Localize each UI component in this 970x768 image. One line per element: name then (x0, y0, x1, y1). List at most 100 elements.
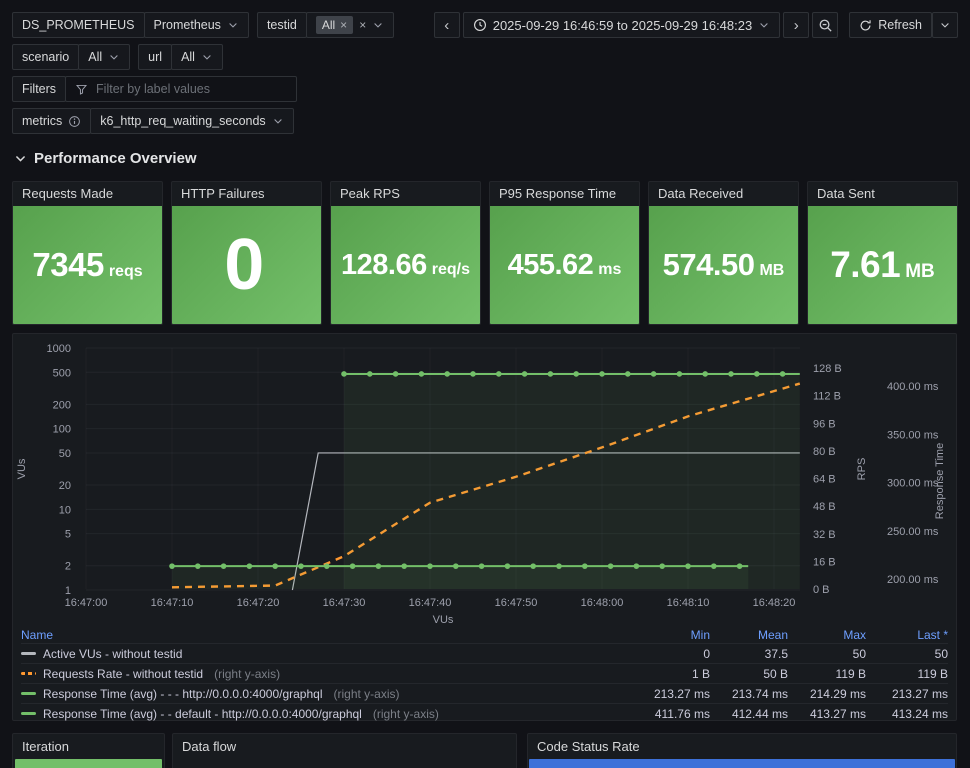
time-shift-back-button[interactable]: ‹ (434, 12, 460, 38)
filters-input[interactable] (94, 81, 287, 97)
legend-name-header[interactable]: Name (21, 628, 53, 642)
panel-title: Data Sent (808, 182, 957, 206)
svg-text:10: 10 (59, 504, 71, 516)
svg-text:16:47:20: 16:47:20 (237, 597, 280, 609)
scenario-picker[interactable]: All (78, 44, 130, 70)
svg-text:16:48:00: 16:48:00 (581, 597, 624, 609)
svg-text:16:47:30: 16:47:30 (323, 597, 366, 609)
filters-input-box[interactable] (65, 76, 297, 102)
legend-min-header[interactable]: Min (632, 628, 710, 642)
url-picker[interactable]: All (171, 44, 223, 70)
svg-text:50: 50 (59, 448, 71, 460)
legend-series-toggle[interactable]: Response Time (avg) - - default - http:/… (21, 707, 632, 721)
topbar: DS_PROMETHEUS Prometheus testid All × × (12, 12, 958, 38)
series-mean: 50 B (710, 667, 788, 681)
svg-text:250.00 ms: 250.00 ms (887, 526, 939, 538)
legend-series-toggle[interactable]: Response Time (avg) - - - http://0.0.0.0… (21, 687, 632, 701)
testid-picker[interactable]: All × × (306, 12, 394, 38)
legend-last-header[interactable]: Last * (866, 628, 948, 642)
legend-row: Response Time (avg) - - default - http:/… (21, 703, 948, 723)
stat-value: 455.62 (508, 249, 594, 282)
svg-text:500: 500 (53, 367, 71, 379)
url-label-text: url (148, 50, 162, 64)
section-title: Performance Overview (34, 150, 197, 167)
code-status-bar (529, 759, 955, 768)
chevron-down-icon (108, 51, 120, 63)
svg-text:300.00 ms: 300.00 ms (887, 478, 939, 490)
svg-text:16:47:00: 16:47:00 (65, 597, 108, 609)
svg-text:RPS: RPS (856, 458, 868, 481)
series-last: 119 B (866, 667, 948, 681)
series-min: 0 (632, 647, 710, 661)
series-mean: 213.74 ms (710, 687, 788, 701)
filters-group: Filters (12, 76, 297, 102)
datasource-value: Prometheus (154, 18, 221, 32)
metrics-picker[interactable]: k6_http_req_waiting_seconds (90, 108, 293, 134)
scenario-variable: scenario All (12, 44, 130, 70)
series-name: Active VUs - without testid (43, 647, 182, 661)
clear-all-icon[interactable]: × (359, 19, 366, 31)
series-max: 119 B (788, 667, 866, 681)
series-min: 1 B (632, 667, 710, 681)
svg-text:200: 200 (53, 399, 71, 411)
data-flow-panel: Data flow (172, 733, 517, 768)
datasource-picker[interactable]: Prometheus (144, 12, 249, 38)
time-range-text: 2025-09-29 16:46:59 to 2025-09-29 16:48:… (493, 18, 753, 33)
url-label: url (138, 44, 172, 70)
zoom-out-button[interactable] (812, 12, 838, 38)
series-line-icon (21, 692, 36, 695)
legend-series-toggle[interactable]: Active VUs - without testid (21, 647, 632, 661)
testid-pill[interactable]: All × (316, 16, 353, 34)
svg-text:80 B: 80 B (813, 446, 836, 458)
scenario-label-text: scenario (22, 50, 69, 64)
refresh-interval-picker[interactable] (932, 12, 958, 38)
series-name: Requests Rate - without testid (43, 667, 203, 681)
panel-title: HTTP Failures (172, 182, 321, 206)
info-icon (68, 115, 81, 128)
metrics-value: k6_http_req_waiting_seconds (100, 114, 265, 128)
svg-text:16:47:10: 16:47:10 (151, 597, 194, 609)
svg-text:128 B: 128 B (813, 363, 842, 375)
stat-unit: MB (759, 262, 784, 280)
pill-remove-icon[interactable]: × (340, 19, 347, 31)
svg-text:100: 100 (53, 424, 71, 436)
panel-title: Data Received (649, 182, 798, 206)
stat-unit: ms (598, 261, 621, 279)
refresh-button[interactable]: Refresh (849, 12, 932, 38)
panel-title: Requests Made (13, 182, 162, 206)
chevron-down-icon (372, 19, 384, 31)
timeseries-chart[interactable]: 100050020010050201052116:47:0016:47:1016… (13, 334, 956, 624)
svg-text:16:47:50: 16:47:50 (495, 597, 538, 609)
filters-label: Filters (12, 76, 66, 102)
series-line-icon (21, 672, 36, 675)
chevron-down-icon (201, 51, 213, 63)
stat-requests-made: Requests Made 7345 reqs (12, 181, 163, 325)
time-shift-forward-button[interactable]: › (783, 12, 809, 38)
iteration-gauge-bar (15, 759, 162, 768)
svg-text:32 B: 32 B (813, 529, 836, 541)
testid-label-text: testid (267, 18, 297, 32)
series-name: Response Time (avg) - - default - http:/… (43, 707, 362, 721)
svg-text:64 B: 64 B (813, 474, 836, 486)
refresh-icon (859, 19, 872, 32)
svg-text:VUs: VUs (433, 614, 454, 624)
svg-text:20: 20 (59, 480, 71, 492)
performance-overview-section[interactable]: Performance Overview (14, 150, 197, 167)
stat-value: 0 (224, 229, 264, 301)
legend-max-header[interactable]: Max (788, 628, 866, 642)
grafana-dashboard: DS_PROMETHEUS Prometheus testid All × × (0, 0, 970, 768)
filters-label-text: Filters (22, 82, 56, 96)
filter-funnel-icon (75, 83, 88, 96)
series-last: 50 (866, 647, 948, 661)
series-max: 214.29 ms (788, 687, 866, 701)
chevron-down-icon (227, 19, 239, 31)
panel-title: Iteration (13, 734, 164, 759)
legend-mean-header[interactable]: Mean (710, 628, 788, 642)
code-status-rate-panel: Code Status Rate (527, 733, 957, 768)
series-last: 413.24 ms (866, 707, 948, 721)
panel-title: Data flow (173, 734, 516, 759)
legend-series-toggle[interactable]: Requests Rate - without testid (right y-… (21, 667, 632, 681)
legend-row: Response Time (avg) - - - http://0.0.0.0… (21, 683, 948, 703)
panel-title: Peak RPS (331, 182, 480, 206)
time-range-picker[interactable]: 2025-09-29 16:46:59 to 2025-09-29 16:48:… (463, 12, 781, 38)
